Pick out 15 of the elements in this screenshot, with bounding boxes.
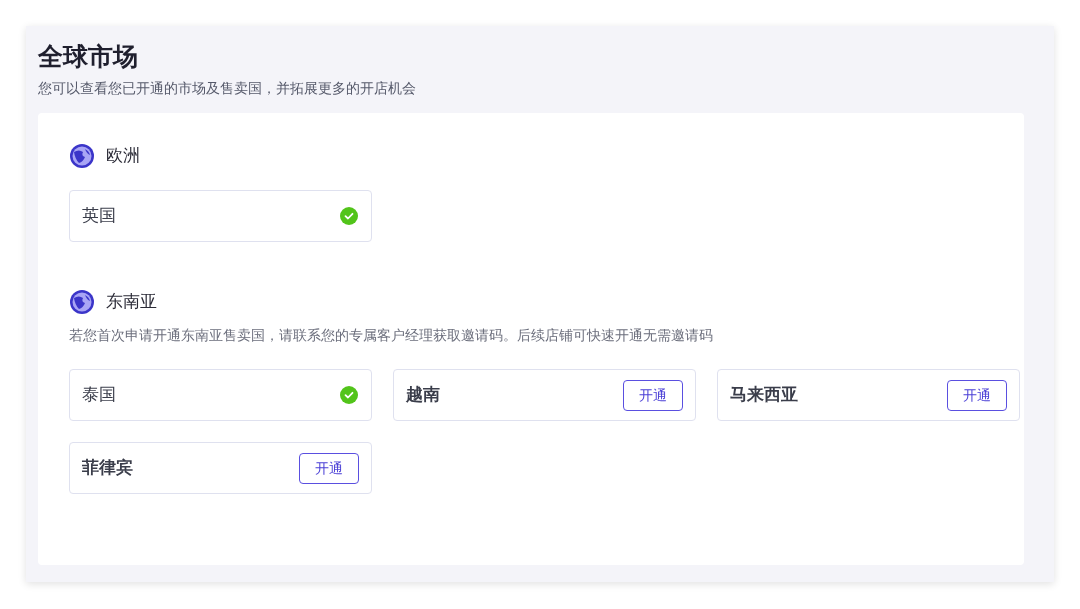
region-title: 欧洲: [106, 145, 140, 168]
country-name: 菲律宾: [82, 457, 133, 480]
country-name: 英国: [82, 205, 116, 228]
page-title: 全球市场: [38, 41, 139, 72]
region-note: 若您首次申请开通东南亚售卖国，请联系您的专属客户经理获取邀请码。后续店铺可快速开通无需邀请码: [69, 326, 714, 345]
region-title: 东南亚: [106, 291, 157, 314]
page-subtitle: 您可以查看您已开通的市场及售卖国，并拓展更多的开店机会: [38, 79, 417, 98]
activate-button[interactable]: 开通: [623, 379, 683, 411]
country-name: 越南: [406, 384, 440, 407]
globe-icon: [69, 289, 95, 315]
country-name: 马来西亚: [730, 384, 798, 407]
activate-button[interactable]: 开通: [299, 452, 359, 484]
country-name: 泰国: [82, 384, 116, 407]
activate-button[interactable]: 开通: [947, 379, 1007, 411]
globe-icon: [69, 143, 95, 169]
